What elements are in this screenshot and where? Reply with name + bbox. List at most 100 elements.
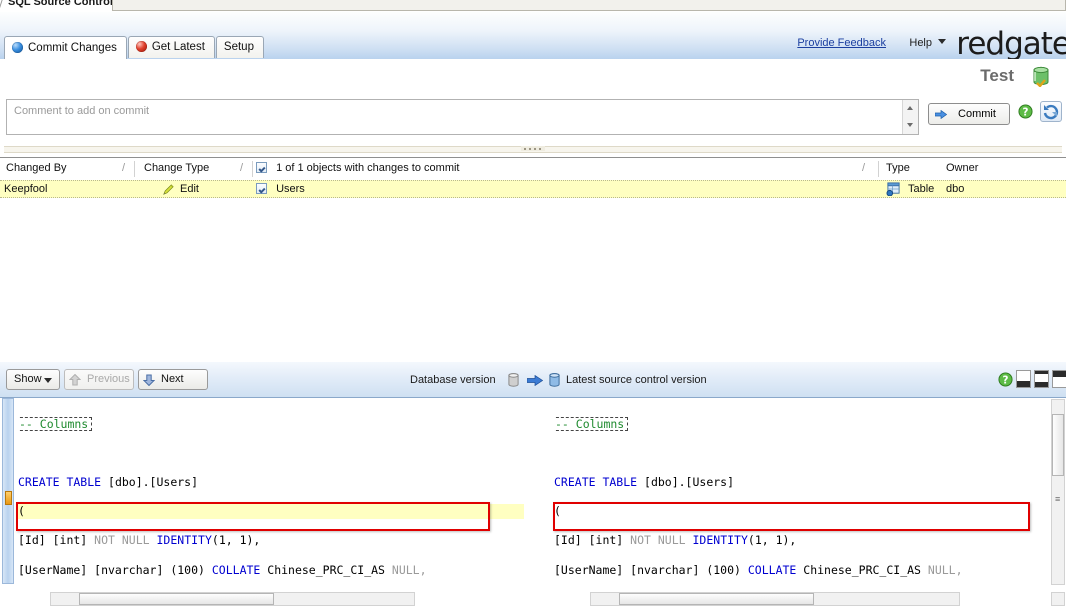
next-button-label: Next [161,373,184,385]
commit-comment-row: Comment to add on commit [0,95,1066,140]
tab-strip: Commit Changes Get Latest Setup [4,36,265,59]
comment-placeholder: Comment to add on commit [14,105,149,117]
arrow-right-icon [935,110,947,119]
grid-empty-area [0,199,1066,362]
provide-feedback-link[interactable]: Provide Feedback [797,37,886,49]
select-all-checkbox[interactable] [256,162,267,173]
scrollbar-corner [1051,592,1065,606]
sql-source-control-window: SQL Source Control Commit Changes Get La… [0,0,1066,607]
cell-object-name: Users [276,183,305,195]
diff-panes: -- Columns CREATE TABLE [dbo].[Users] ( … [0,398,1066,607]
window-title-strip: SQL Source Control [0,0,1066,12]
horizontal-scrollbar-right[interactable] [590,592,960,606]
database-cylinder-icon-left [508,373,519,387]
column-header-changed-by[interactable]: Changed By [6,158,136,180]
header-comment-right: -- Columns [554,417,628,431]
scrollbar-thumb[interactable] [1052,414,1064,476]
cell-object[interactable]: Users [256,181,756,198]
horizontal-scrollbar-left[interactable] [50,592,415,606]
scrollbar-grip: ≡ [1055,496,1060,503]
column-header-objects-label: 1 of 1 objects with changes to commit [276,162,459,174]
help-menu-label: Help [909,37,932,49]
column-header-type[interactable]: Type [886,158,946,180]
diff-toolbar: Show Previous Next Database version [0,362,1066,398]
column-header-type-label: Type [886,162,910,174]
column-header-owner[interactable]: Owner [946,158,1026,180]
sort-indicator-3: / [862,158,878,180]
database-name-label: Test [980,66,1014,86]
header-divider-2 [252,161,253,177]
database-header-row: Test [0,59,1066,95]
grid-header: Changed By / Change Type / 1 of 1 object… [0,158,1066,181]
code-right[interactable]: -- Columns CREATE TABLE [dbo].[Users] ( … [554,402,1054,584]
vertical-scrollbar-right[interactable]: ≡ [1051,399,1065,585]
database-cylinder-icon-right [549,373,560,387]
main-tab-bar: Commit Changes Get Latest Setup Provide … [0,12,1066,60]
cell-changed-by: Keepfool [4,181,134,198]
change-gutter-left[interactable] [2,398,14,584]
row-checkbox[interactable] [256,183,267,194]
scroll-up-arrow-icon[interactable] [903,100,918,117]
sort-indicator-2: / [240,158,256,180]
commit-button[interactable]: Commit [928,103,1010,125]
pencil-icon [162,183,175,196]
previous-button[interactable]: Previous [64,369,134,390]
refresh-icon [1041,102,1061,121]
database-icon [1030,65,1052,87]
comment-scrollbar[interactable] [902,100,918,134]
changes-grid: Changed By / Change Type / 1 of 1 object… [0,157,1066,362]
show-button-label: Show [14,373,42,385]
redgate-logo: redgate [956,26,1066,62]
splitter-grip[interactable] [521,146,545,151]
help-menu[interactable]: Help [909,37,946,49]
arrow-right-icon [527,375,543,386]
right-version-label: Latest source control version [566,374,707,386]
tab-setup-label: Setup [224,41,254,53]
svg-text:?: ? [1003,374,1009,386]
chevron-down-icon [938,39,946,44]
header-divider-3 [878,161,879,177]
diff-pane-right: -- Columns CREATE TABLE [dbo].[Users] ( … [540,398,1066,607]
tab-commit-changes-label: Commit Changes [28,42,117,54]
cell-owner: dbo [946,181,1006,198]
table-object-icon [886,182,901,196]
left-version-label: Database version [410,374,496,386]
change-marker[interactable] [5,491,12,505]
commit-button-label: Commit [958,108,996,120]
scrollbar-thumb[interactable] [619,593,814,605]
header-comment-left: -- Columns [18,417,92,431]
help-icon[interactable]: ? [1018,104,1033,119]
arrow-up-icon [69,374,81,386]
column-header-change-type[interactable]: Change Type [144,158,254,180]
chevron-down-icon [44,378,52,383]
next-button[interactable]: Next [138,369,208,390]
column-header-owner-label: Owner [946,162,978,174]
show-button[interactable]: Show [6,369,60,390]
red-sphere-icon [136,41,147,52]
view-layout-top-button[interactable] [1052,370,1066,388]
table-row[interactable]: Keepfool Edit Users Table dbo [0,180,1066,198]
comment-input[interactable]: Comment to add on commit [6,99,919,135]
tab-setup[interactable]: Setup [216,36,264,58]
tab-commit-changes[interactable]: Commit Changes [4,36,127,59]
previous-button-label: Previous [87,373,130,385]
title-bar-filler [112,0,1066,11]
refresh-button[interactable] [1040,101,1062,122]
diff-pane-left: -- Columns CREATE TABLE [dbo].[Users] ( … [0,398,540,607]
tab-get-latest-label: Get Latest [152,41,205,53]
column-header-change-type-label: Change Type [144,162,209,174]
panel-splitter[interactable] [0,142,1066,156]
column-header-objects[interactable]: 1 of 1 objects with changes to commit [256,158,856,180]
sort-indicator-1: / [122,158,138,180]
tab-get-latest[interactable]: Get Latest [128,36,215,58]
view-layout-bottom-button[interactable] [1016,370,1031,388]
view-layout-split-button[interactable] [1034,370,1049,388]
code-left[interactable]: -- Columns CREATE TABLE [dbo].[Users] ( … [18,402,524,584]
svg-text:?: ? [1023,106,1029,118]
column-header-changed-by-label: Changed By [6,162,67,174]
window-title: SQL Source Control [8,0,113,8]
scrollbar-thumb[interactable] [79,593,274,605]
blue-sphere-icon [12,42,23,53]
help-icon[interactable]: ? [998,372,1013,387]
scroll-down-arrow-icon[interactable] [903,117,918,134]
